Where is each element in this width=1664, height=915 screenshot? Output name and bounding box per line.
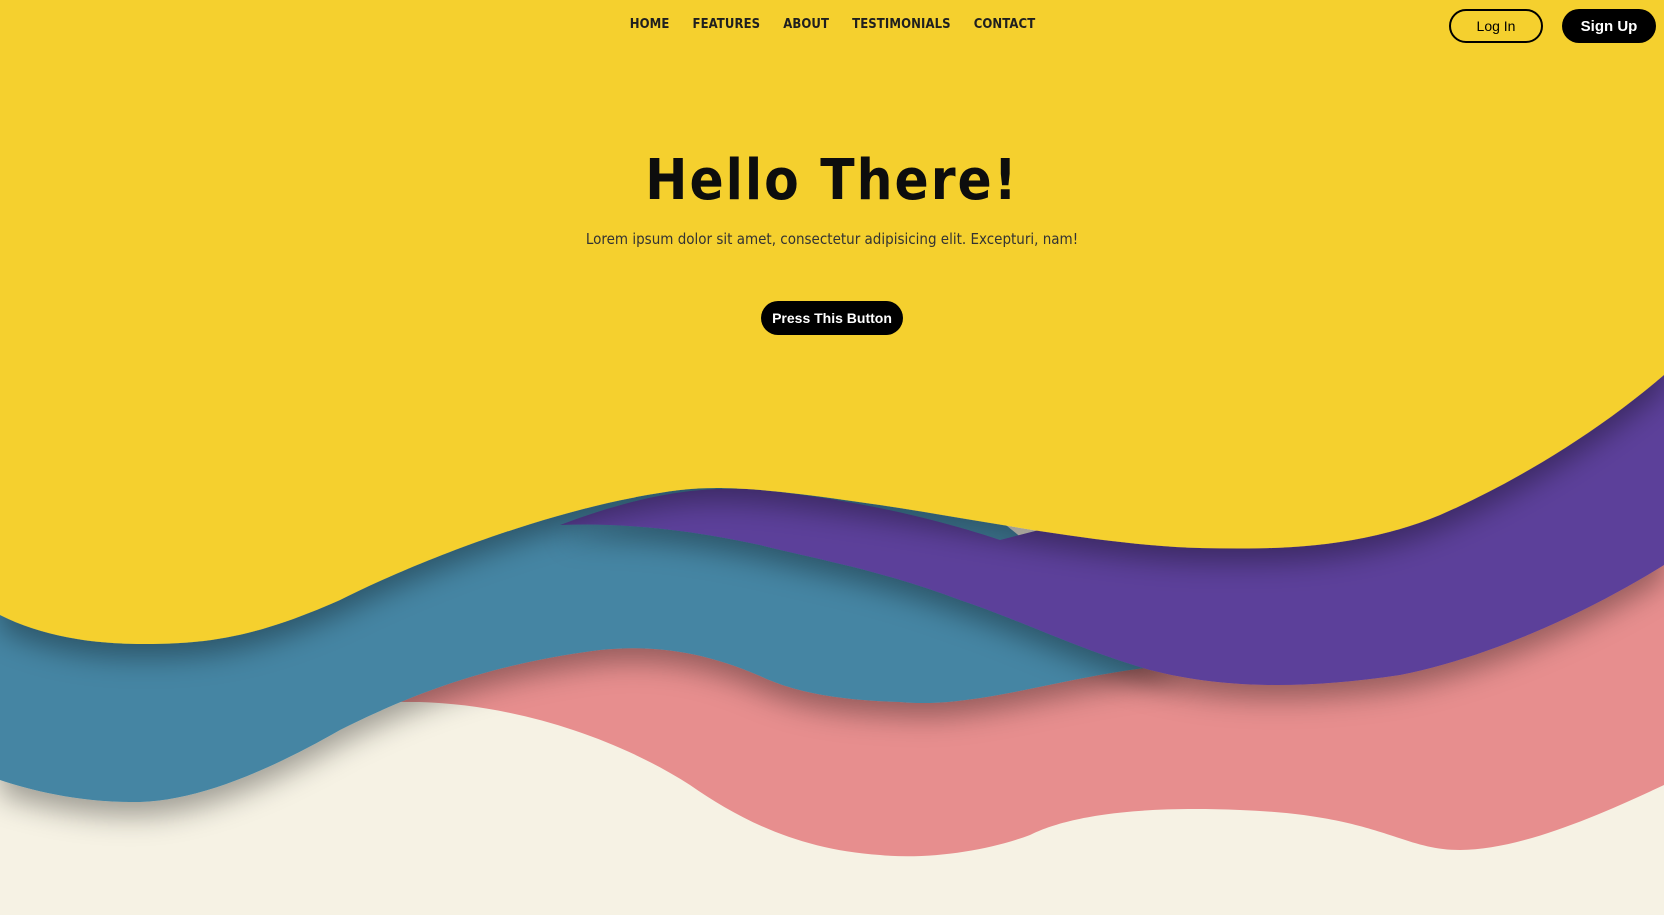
hero-section: Hello There! Lorem ipsum dolor sit amet,… (0, 150, 1664, 335)
nav-link-home[interactable]: HOME (630, 17, 670, 32)
top-navbar: HOME FEATURES ABOUT TESTIMONIALS CONTACT… (0, 0, 1664, 56)
signup-button[interactable]: Sign Up (1562, 9, 1656, 43)
wave-background (0, 0, 1664, 857)
auth-buttons: Log In Sign Up (1449, 9, 1656, 43)
hero-subtitle: Lorem ipsum dolor sit amet, consectetur … (585, 229, 1079, 248)
nav-link-features[interactable]: FEATURES (692, 17, 760, 32)
hero-title: Hello There! (645, 148, 1019, 213)
nav-link-testimonials[interactable]: TESTIMONIALS (852, 17, 951, 32)
nav-links: HOME FEATURES ABOUT TESTIMONIALS CONTACT (0, 17, 1664, 32)
press-this-button[interactable]: Press This Button (761, 300, 903, 335)
nav-link-about[interactable]: ABOUT (783, 17, 829, 32)
login-button[interactable]: Log In (1449, 9, 1543, 43)
nav-link-contact[interactable]: CONTACT (974, 17, 1036, 32)
